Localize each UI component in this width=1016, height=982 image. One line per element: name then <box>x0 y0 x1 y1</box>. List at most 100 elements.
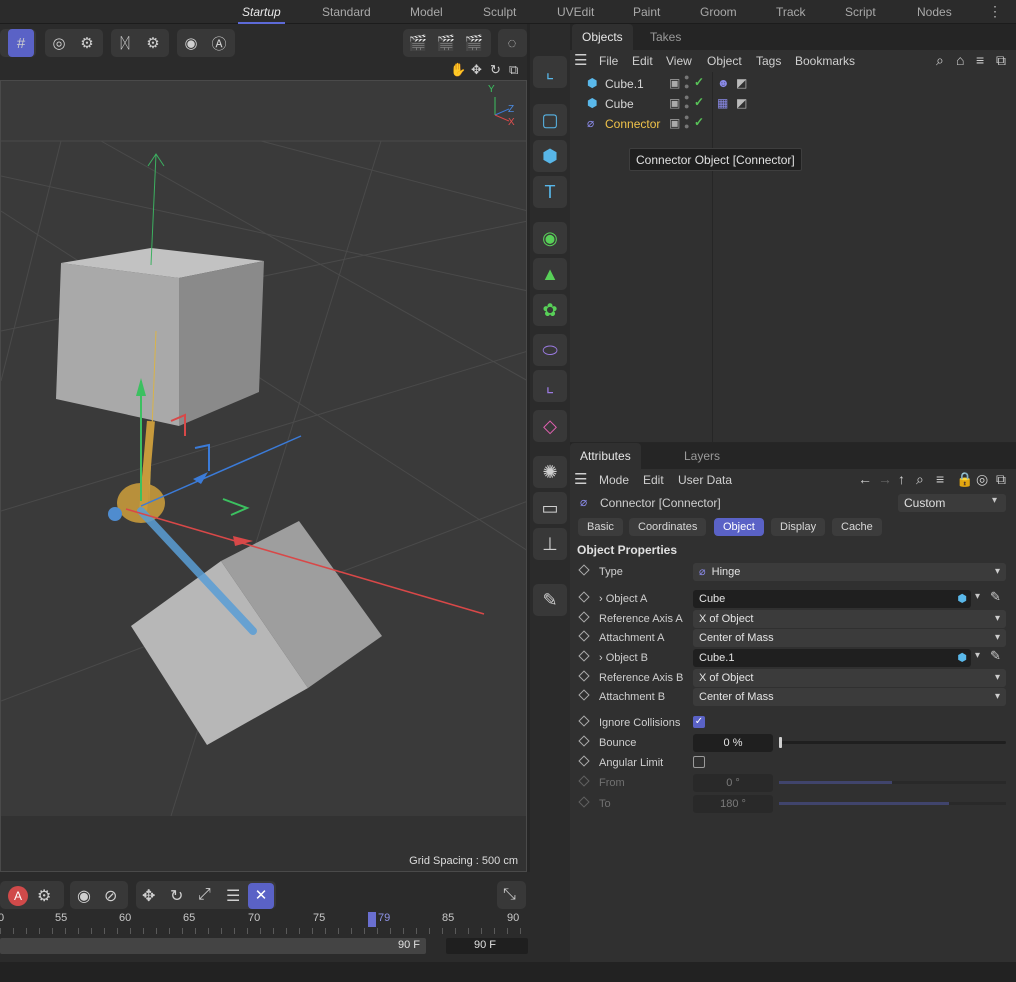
type-dropdown[interactable]: ⌀ Hinge <box>693 563 1006 581</box>
generator-icon[interactable]: ◉ <box>533 222 567 254</box>
spline-pen-icon[interactable]: ⬭ <box>533 334 567 366</box>
menu-user-data[interactable]: User Data <box>678 473 732 487</box>
pick-pipette-icon[interactable]: ✎ <box>990 589 1001 605</box>
symmetry-icon[interactable]: ᛞ <box>112 29 138 57</box>
filter-icon[interactable]: ≡ <box>976 52 984 68</box>
keyframe-diamond-icon[interactable] <box>578 715 590 727</box>
tab-layers[interactable]: Layers <box>674 443 730 469</box>
visibility-dots-icon[interactable]: ● ● <box>684 113 689 131</box>
3d-viewport[interactable]: Y Z X Grid Spacing : 500 cm <box>0 80 527 872</box>
subtab-object[interactable]: Object <box>714 518 764 536</box>
auto-key-icon[interactable]: Ⓐ <box>206 29 232 57</box>
subtab-basic[interactable]: Basic <box>578 518 623 536</box>
keyframe-diamond-icon[interactable] <box>578 564 590 576</box>
text-tool-icon[interactable]: T <box>533 176 567 208</box>
object-a-link-field[interactable]: Cube ⬢ <box>693 590 971 608</box>
keyframe-diamond-icon[interactable] <box>578 630 590 642</box>
frame-range-slider[interactable]: 90 F <box>0 938 426 954</box>
target-icon[interactable]: ◎ <box>976 471 988 488</box>
floor-icon[interactable]: ⊥ <box>533 528 567 560</box>
record-position-icon[interactable]: ◉ <box>77 886 91 906</box>
render-view-icon[interactable]: 🎬 <box>405 29 431 57</box>
tab-objects[interactable]: Objects <box>572 24 633 50</box>
edit-visibility-icon[interactable]: ▣ <box>669 116 680 130</box>
key-param-icon[interactable]: ☰ <box>226 886 240 906</box>
redshift-icon[interactable]: ◌ <box>499 29 525 57</box>
enabled-check-icon[interactable]: ✓ <box>694 75 704 89</box>
keyframe-diamond-icon[interactable] <box>578 755 590 767</box>
search-icon[interactable]: ⌕ <box>916 471 924 488</box>
preset-dropdown[interactable]: Custom ▾ <box>898 494 1006 512</box>
up-arrow-icon[interactable]: ↑ <box>898 471 905 487</box>
layout-tab-groom[interactable]: Groom <box>700 5 737 19</box>
hamburger-menu-icon[interactable]: ☰ <box>574 51 587 69</box>
rigid-body-tag-icon[interactable]: ☻ <box>717 76 730 90</box>
hamburger-menu-icon[interactable]: ☰ <box>574 470 587 488</box>
subtab-coordinates[interactable]: Coordinates <box>629 518 707 536</box>
layout-tab-track[interactable]: Track <box>776 5 806 19</box>
bounce-slider[interactable] <box>779 741 1006 744</box>
rotate-view-icon[interactable]: ↻ <box>490 62 501 78</box>
layout-tab-model[interactable]: Model <box>410 5 443 19</box>
max-frame-field[interactable]: 90 F <box>446 938 528 954</box>
soft-selection-icon[interactable]: ◎ <box>46 29 72 57</box>
key-rotate-icon[interactable]: ↻ <box>170 886 183 906</box>
layout-tab-script[interactable]: Script <box>845 5 876 19</box>
chevron-down-icon[interactable]: ▾ <box>975 591 980 602</box>
chevron-down-icon[interactable]: ▾ <box>975 650 980 661</box>
forward-arrow-icon[interactable]: → <box>878 471 892 487</box>
enabled-check-icon[interactable]: ✓ <box>694 115 704 129</box>
tab-attributes[interactable]: Attributes <box>570 443 641 469</box>
maximize-view-icon[interactable]: ⧉ <box>509 62 518 78</box>
material-tag-icon[interactable]: ◩ <box>736 96 747 110</box>
key-move-icon[interactable]: ✥ <box>142 886 155 906</box>
collider-tag-icon[interactable]: ▦ <box>717 96 728 110</box>
key-scale-icon[interactable]: ⤢ <box>198 886 211 904</box>
layout-tab-startup[interactable]: Startup <box>238 5 285 24</box>
view-visibility-icon[interactable]: ◉ <box>178 29 204 57</box>
object-row[interactable]: ⌀ Connector ▣ ● ● ✓ <box>576 113 1016 134</box>
keyframe-diamond-icon[interactable] <box>578 611 590 623</box>
edit-visibility-icon[interactable]: ▣ <box>669 76 680 90</box>
object-row[interactable]: ⬢ Cube ▣ ● ● ✓ ▦ ◩ <box>576 93 1016 114</box>
subtab-cache[interactable]: Cache <box>832 518 882 536</box>
search-icon[interactable]: ⌕ <box>936 52 944 69</box>
rectangle-select-icon[interactable]: ▢ <box>533 104 567 136</box>
menu-file[interactable]: File <box>599 54 618 68</box>
expand-arrow-icon[interactable]: › <box>599 652 606 664</box>
deformer-icon[interactable]: ✿ <box>533 294 567 326</box>
angular-limit-checkbox[interactable] <box>693 756 705 768</box>
coordinate-system-icon[interactable]: ⌞ <box>533 56 567 88</box>
timeline-ruler[interactable]: 0 55 60 65 70 75 85 90 79 <box>0 912 530 936</box>
menu-edit[interactable]: Edit <box>643 473 664 487</box>
keyframe-diamond-icon[interactable] <box>578 650 590 662</box>
subtab-display[interactable]: Display <box>771 518 826 536</box>
move-view-icon[interactable]: ✥ <box>471 62 482 78</box>
keyframe-diamond-icon[interactable] <box>578 591 590 603</box>
visibility-dots-icon[interactable]: ● ● <box>684 73 689 91</box>
material-tag-icon[interactable]: ◩ <box>736 76 747 90</box>
attachment-a-dropdown[interactable]: Center of Mass <box>693 629 1006 647</box>
pan-hand-icon[interactable]: ✋ <box>450 62 466 78</box>
menu-edit[interactable]: Edit <box>632 54 653 68</box>
filter-icon[interactable]: ≡ <box>936 471 944 487</box>
lock-icon[interactable]: 🔒 <box>956 471 973 488</box>
keyframe-diamond-icon[interactable] <box>578 670 590 682</box>
object-row[interactable]: ⬢ Cube.1 ▣ ● ● ✓ ☻ ◩ <box>576 73 1016 94</box>
bounce-field[interactable]: 0 % <box>693 734 773 752</box>
timeline-scale-icon[interactable]: ⤡ <box>503 886 516 904</box>
render-settings-icon[interactable]: 🎬 <box>461 29 487 57</box>
menu-tags[interactable]: Tags <box>756 54 781 68</box>
ref-axis-b-dropdown[interactable]: X of Object <box>693 669 1006 687</box>
enabled-check-icon[interactable]: ✓ <box>694 95 704 109</box>
ref-axis-a-dropdown[interactable]: X of Object <box>693 610 1006 628</box>
render-picture-viewer-icon[interactable]: 🎬 <box>433 29 459 57</box>
attachment-b-dropdown[interactable]: Center of Mass <box>693 688 1006 706</box>
settings-gear-icon[interactable]: ⚙ <box>74 29 100 57</box>
light-icon[interactable]: ✺ <box>533 456 567 488</box>
record-autokey-icon[interactable]: A <box>8 886 28 906</box>
bounce-slider-handle[interactable] <box>779 737 782 748</box>
visibility-dots-icon[interactable]: ● ● <box>684 93 689 111</box>
layout-tab-nodes[interactable]: Nodes <box>917 5 952 19</box>
cloner-icon[interactable]: ▲ <box>533 258 567 290</box>
